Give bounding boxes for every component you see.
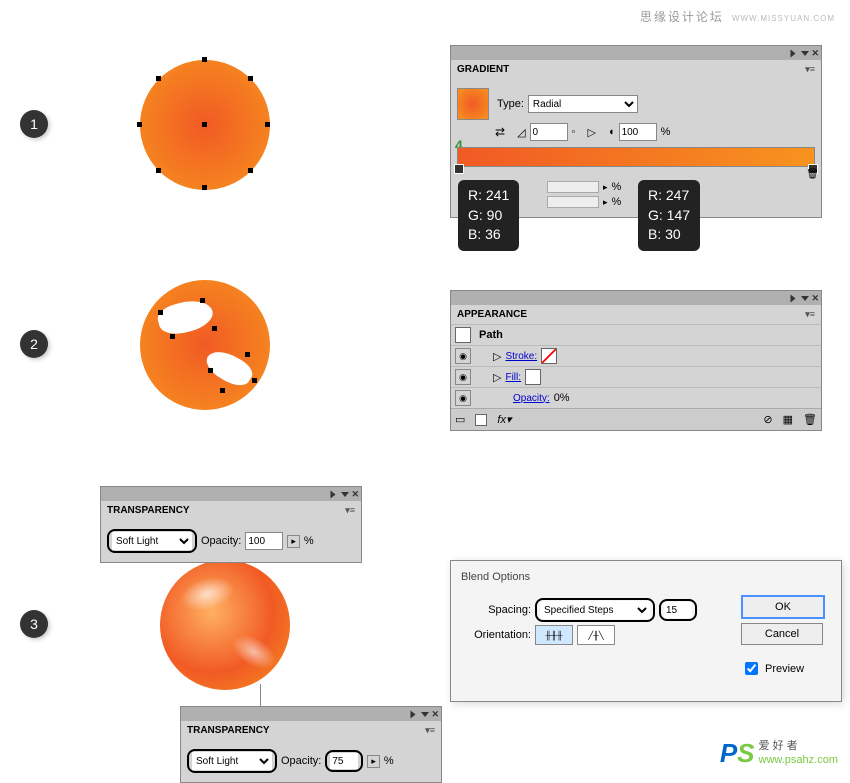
panel-tabs[interactable]: ✕ bbox=[181, 707, 441, 721]
dialog-title: Blend Options bbox=[461, 571, 831, 583]
visibility-icon: ◉ bbox=[455, 348, 471, 364]
trash-icon[interactable]: 🗑 bbox=[803, 413, 817, 426]
transparency-panel-top: ✕ TRANSPARENCY▾≡ Soft Light Opacity: ▸ % bbox=[100, 486, 362, 563]
appearance-stroke-row[interactable]: ◉▷Stroke: bbox=[451, 345, 821, 366]
appearance-panel-title: APPEARANCE▾≡ bbox=[451, 305, 821, 324]
appearance-fill-row[interactable]: ◉▷Fill: bbox=[451, 366, 821, 387]
panel-tabs[interactable]: ✕ bbox=[451, 291, 821, 305]
ok-button[interactable]: OK bbox=[741, 595, 825, 619]
gradient-panel-title: GRADIENT▾≡ bbox=[451, 60, 821, 79]
new-icon[interactable]: ▦ bbox=[783, 413, 793, 426]
orientation-align-page[interactable]: ╫╫╫ bbox=[535, 625, 573, 645]
transparency-title: TRANSPARENCY bbox=[107, 505, 190, 516]
panel-menu-icon[interactable]: ▾≡ bbox=[345, 505, 355, 516]
appearance-path: Path bbox=[479, 329, 503, 341]
shape-circle-3 bbox=[160, 560, 290, 690]
blend-mode-select[interactable]: Soft Light bbox=[192, 752, 272, 770]
no-select-icon[interactable]: ▭ bbox=[455, 413, 465, 426]
spacing-select[interactable]: Specified Steps bbox=[540, 601, 650, 619]
preview-checkbox[interactable] bbox=[745, 662, 758, 675]
ratio-input[interactable] bbox=[619, 123, 657, 141]
panel-tabs[interactable]: ✕ bbox=[451, 46, 821, 60]
gradient-slider[interactable] bbox=[457, 147, 815, 167]
steps-input[interactable] bbox=[664, 602, 692, 618]
panel-menu-icon[interactable]: ▾≡ bbox=[805, 309, 815, 320]
transparency-panel-bottom: ✕ TRANSPARENCY▾≡ Soft Light Opacity: ▸ % bbox=[180, 706, 442, 783]
no-stroke-icon bbox=[541, 348, 557, 364]
close-icon: ✕ bbox=[811, 48, 819, 59]
gradient-stop-left[interactable] bbox=[454, 164, 464, 174]
panel-menu-icon[interactable]: ▾≡ bbox=[425, 725, 435, 736]
type-label: Type: bbox=[497, 98, 524, 110]
close-icon: ✕ bbox=[351, 489, 359, 500]
blend-mode-select[interactable]: Soft Light bbox=[112, 532, 192, 550]
rgb-readout-left: R: 241G: 90B: 36 bbox=[458, 180, 519, 251]
panel-tabs[interactable]: ✕ bbox=[101, 487, 361, 501]
gradient-circle bbox=[140, 60, 270, 190]
reverse-icon[interactable]: ⇄ bbox=[495, 125, 505, 139]
step-badge-2: 2 bbox=[20, 330, 48, 358]
visibility-icon: ◉ bbox=[455, 369, 471, 385]
trash-icon[interactable]: 🗑 bbox=[806, 169, 819, 180]
shape-circle-2 bbox=[140, 280, 270, 410]
blend-options-dialog: Blend Options Spacing: Specified Steps O… bbox=[450, 560, 842, 702]
opacity-input-top[interactable] bbox=[245, 532, 283, 550]
opacity-input-bottom[interactable] bbox=[330, 753, 358, 769]
cancel-button[interactable]: Cancel bbox=[741, 623, 823, 645]
fx-icon[interactable]: fx▾ bbox=[497, 413, 511, 426]
appearance-panel: ✕ APPEARANCE▾≡ Path ◉▷Stroke: ◉▷Fill: ◉O… bbox=[450, 290, 822, 431]
appearance-opacity-row[interactable]: ◉Opacity:0% bbox=[451, 387, 821, 408]
close-icon: ✕ bbox=[431, 709, 439, 720]
step-badge-1: 1 bbox=[20, 110, 48, 138]
transparency-title: TRANSPARENCY bbox=[187, 725, 270, 736]
watermark: PS 爱 好 者www.psahz.com bbox=[720, 738, 838, 769]
visibility-icon: ◉ bbox=[455, 390, 471, 406]
orientation-align-path[interactable]: ╱╫╲ bbox=[577, 625, 615, 645]
angle-input[interactable] bbox=[530, 123, 568, 141]
gradient-swatch[interactable] bbox=[457, 88, 489, 120]
panel-menu-icon[interactable]: ▾≡ bbox=[805, 64, 815, 75]
header: 思缘设计论坛WWW.MISSYUAN.COM bbox=[640, 8, 835, 25]
close-icon: ✕ bbox=[811, 293, 819, 304]
gradient-type-select[interactable]: Radial bbox=[528, 95, 638, 113]
step-badge-3: 3 bbox=[20, 610, 48, 638]
rgb-readout-right: R: 247G: 147B: 30 bbox=[638, 180, 700, 251]
